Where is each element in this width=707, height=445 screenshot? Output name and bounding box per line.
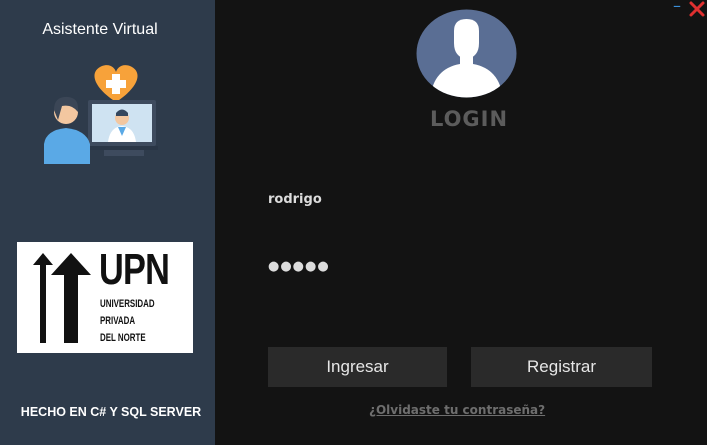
- upn-wordmark: UPN: [99, 245, 170, 294]
- sidebar: Asistente Virtual UPN UNIVERSIDAD PRIVAD…: [0, 0, 215, 445]
- upn-arrows-icon: [33, 253, 91, 343]
- upn-line1: UNIVERSIDAD: [100, 298, 155, 310]
- login-title: LOGIN: [429, 107, 509, 131]
- ingresar-button[interactable]: Ingresar: [268, 347, 447, 387]
- upn-logo: UPN UNIVERSIDAD PRIVADA DEL NORTE: [17, 242, 193, 353]
- upn-line3: DEL NORTE: [100, 332, 146, 344]
- user-avatar-icon: [416, 9, 517, 98]
- close-icon[interactable]: [688, 0, 706, 18]
- upn-line2: PRIVADA: [100, 315, 136, 327]
- forgot-password-link[interactable]: ¿Olvidaste tu contraseña?: [369, 403, 579, 417]
- app-title: Asistente Virtual: [42, 21, 158, 38]
- telemedicine-illustration-icon: [44, 65, 158, 164]
- password-input[interactable]: [268, 254, 648, 278]
- username-input[interactable]: [268, 187, 648, 211]
- login-window: Asistente Virtual UPN UNIVERSIDAD PRIVAD…: [0, 0, 707, 445]
- footer-credit: HECHO EN C# Y SQL SERVER: [20, 405, 202, 419]
- registrar-button[interactable]: Registrar: [471, 347, 652, 387]
- minimize-button[interactable]: –: [670, 0, 684, 14]
